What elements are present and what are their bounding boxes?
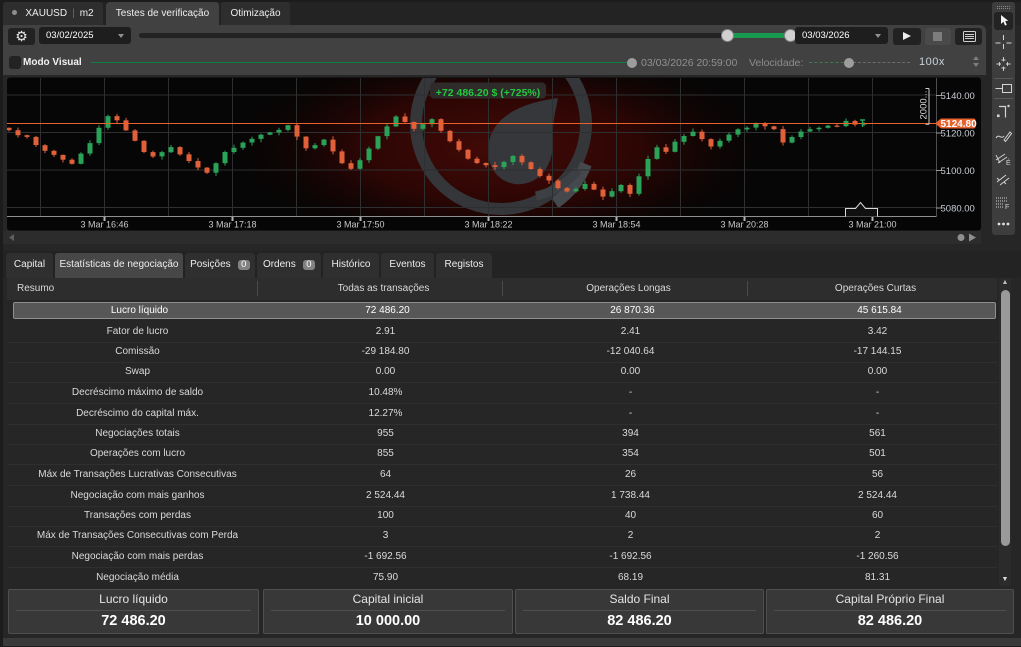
svg-text:É: É [1006, 158, 1011, 167]
svg-text:5120.00: 5120.00 [941, 129, 975, 140]
svg-text:5124.80: 5124.80 [941, 119, 978, 130]
svg-text:5140.00: 5140.00 [941, 91, 975, 102]
svg-text:5080.00: 5080.00 [941, 204, 975, 215]
svg-text:F: F [1005, 204, 1009, 211]
svg-text:+72 486.20 $ (+725%): +72 486.20 $ (+725%) [436, 87, 541, 99]
svg-text:5100.00: 5100.00 [941, 166, 975, 177]
svg-text:2000...: 2000... [919, 90, 930, 119]
